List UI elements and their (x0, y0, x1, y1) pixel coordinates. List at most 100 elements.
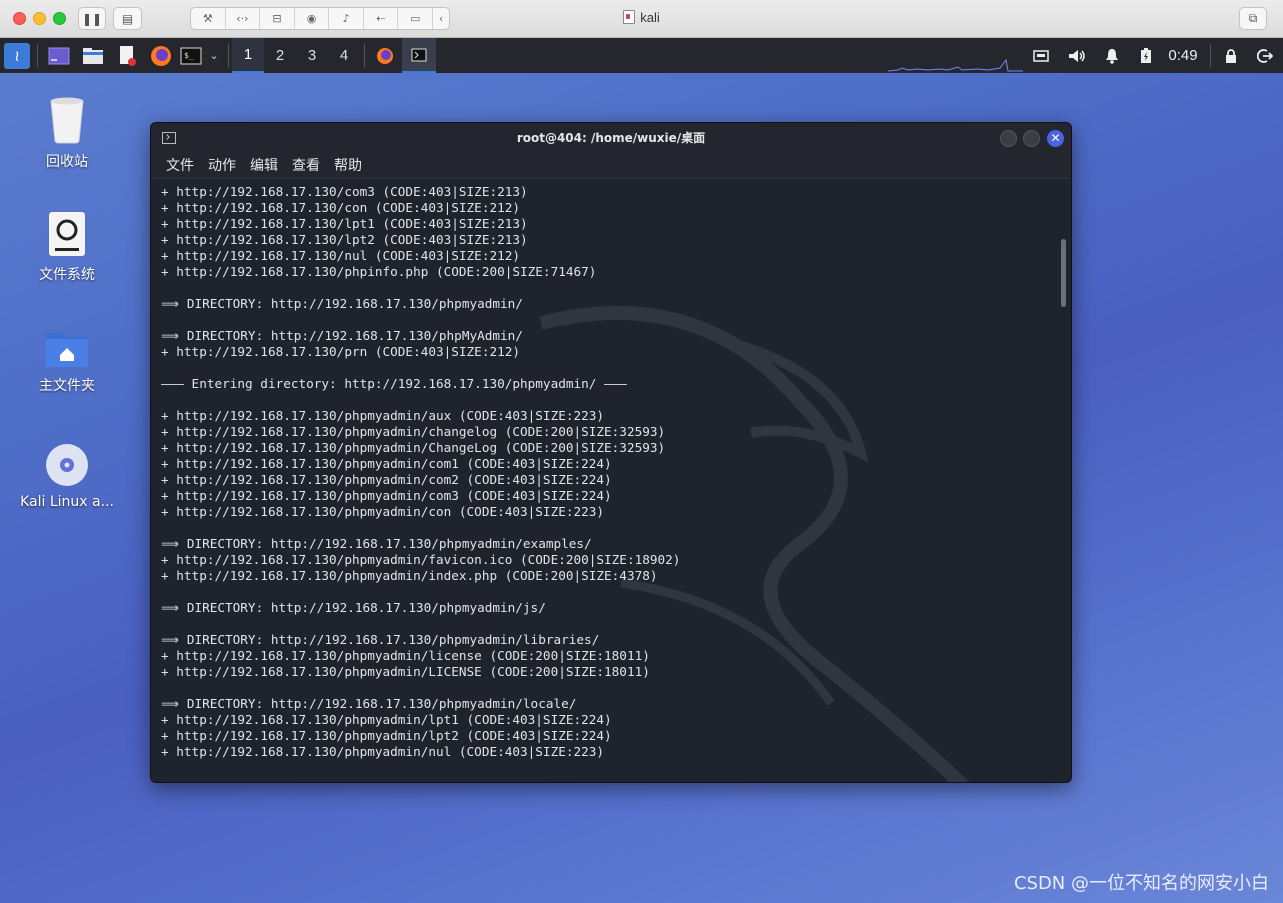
kali-top-panel: ≀ $_ ⌄ 1 2 3 4 0:49 (0, 38, 1283, 73)
csdn-watermark: CSDN @一位不知名的网安小白 (1013, 873, 1269, 894)
lock-icon (1226, 48, 1236, 63)
notifications-button[interactable] (1100, 38, 1124, 73)
terminal-line: ⟹ DIRECTORY: http://192.168.17.130/phpmy… (161, 600, 546, 615)
text-editor-launcher[interactable] (112, 38, 142, 73)
terminal-icon: $_ (180, 47, 202, 64)
panel-separator (1210, 44, 1211, 67)
menu-edit[interactable]: 编辑 (250, 153, 278, 178)
terminal-line: + http://192.168.17.130/phpmyadmin/lpt2 … (161, 728, 612, 743)
file-manager-launcher[interactable] (78, 38, 108, 73)
logout-button[interactable] (1252, 38, 1278, 73)
logout-icon (1257, 48, 1273, 63)
maximize-button[interactable] (1023, 130, 1040, 147)
kali-menu-icon: ≀ (4, 42, 30, 69)
terminal-line: + http://192.168.17.130/nul (CODE:403|SI… (161, 248, 521, 263)
vm-document-icon (623, 10, 636, 24)
workspace-4[interactable]: 4 (328, 38, 360, 73)
battery-button[interactable] (1134, 38, 1158, 73)
terminal-line: ⟹ DIRECTORY: http://192.168.17.130/phpmy… (161, 296, 523, 311)
terminal-line: + http://192.168.17.130/phpmyadmin/chang… (161, 424, 666, 439)
terminal-line: + http://192.168.17.130/lpt2 (CODE:403|S… (161, 232, 528, 247)
terminal-scrollbar[interactable] (1061, 239, 1066, 307)
terminal-line: + http://192.168.17.130/com3 (CODE:403|S… (161, 184, 528, 199)
chevron-down-icon: ⌄ (209, 50, 219, 62)
close-button[interactable]: ✕ (1047, 130, 1064, 147)
minimize-button[interactable] (1000, 130, 1017, 147)
terminal-line: + http://192.168.17.130/phpmyadmin/com3 … (161, 488, 612, 503)
terminal-line: + http://192.168.17.130/phpmyadmin/lpt1 … (161, 712, 612, 727)
terminal-line: ⟹ DIRECTORY: http://192.168.17.130/phpmy… (161, 536, 592, 551)
taskbar-firefox[interactable] (370, 38, 400, 73)
desktop-icon-disc[interactable]: Kali Linux a... (12, 442, 122, 510)
taskbar-terminal[interactable] (402, 38, 436, 73)
terminal-icon (162, 132, 176, 144)
network-icon (1033, 49, 1049, 62)
desktop-icon-filesystem[interactable]: 文件系统 (12, 210, 122, 284)
firefox-launcher[interactable] (146, 38, 176, 73)
terminal-titlebar[interactable]: root@404: /home/wuxie/桌面 ✕ (151, 123, 1071, 153)
terminal-line: ⟹ DIRECTORY: http://192.168.17.130/phpMy… (161, 328, 523, 343)
workspace-1[interactable]: 1 (232, 38, 264, 73)
terminal-title: root@404: /home/wuxie/桌面 (516, 131, 706, 145)
terminal-line: ⟹ DIRECTORY: http://192.168.17.130/phpmy… (161, 632, 600, 647)
application-menu-button[interactable]: ≀ (2, 38, 32, 73)
menu-file[interactable]: 文件 (166, 153, 194, 178)
svg-text:$_: $_ (184, 51, 194, 60)
workspace-3[interactable]: 3 (296, 38, 328, 73)
terminal-line: + http://192.168.17.130/phpmyadmin/com1 … (161, 456, 612, 471)
terminal-menubar: 文件 动作 编辑 查看 帮助 (151, 153, 1071, 179)
terminal-line: + http://192.168.17.130/phpmyadmin/LICEN… (161, 664, 650, 679)
terminal-line: + http://192.168.17.130/phpmyadmin/favic… (161, 552, 681, 567)
firefox-icon (151, 45, 171, 66)
terminal-window[interactable]: root@404: /home/wuxie/桌面 ✕ 文件 动作 编辑 查看 帮… (150, 122, 1072, 783)
show-desktop-button[interactable] (44, 38, 74, 73)
terminal-line: + http://192.168.17.130/phpmyadmin/com2 … (161, 472, 612, 487)
trash-icon (50, 97, 84, 144)
desktop-icon-trash[interactable]: 回收站 (12, 95, 122, 171)
clock[interactable]: 0:49 (1162, 38, 1204, 73)
terminal-line: + http://192.168.17.130/phpmyadmin/nul (… (161, 744, 605, 759)
workspace-2[interactable]: 2 (264, 38, 296, 73)
host-window-title: kali (0, 10, 1283, 25)
panel-separator (364, 44, 365, 67)
menu-help[interactable]: 帮助 (334, 153, 362, 178)
terminal-line: + http://192.168.17.130/phpmyadmin/aux (… (161, 408, 605, 423)
lock-screen-button[interactable] (1218, 38, 1244, 73)
volume-button[interactable] (1064, 38, 1090, 73)
file-manager-icon (83, 47, 103, 64)
terminal-launcher[interactable]: $_ (178, 38, 204, 73)
terminal-line: + http://192.168.17.130/phpmyadmin/Chang… (161, 440, 666, 455)
terminal-line: + http://192.168.17.130/con (CODE:403|SI… (161, 200, 521, 215)
desktop-icon-home[interactable]: 主文件夹 (12, 327, 122, 395)
terminal-line: + http://192.168.17.130/phpmyadmin/con (… (161, 504, 605, 519)
terminal-icon (411, 48, 427, 61)
terminal-line: ——— Entering directory: http://192.168.1… (161, 376, 627, 391)
home-folder-icon (46, 333, 88, 367)
terminal-line: + http://192.168.17.130/prn (CODE:403|SI… (161, 344, 521, 359)
windows-overlap-icon: ⧉ (1248, 11, 1258, 25)
menu-actions[interactable]: 动作 (208, 153, 236, 178)
terminal-line: ⟹ DIRECTORY: http://192.168.17.130/phpmy… (161, 696, 577, 711)
volume-icon (1069, 49, 1085, 62)
battery-icon (1141, 48, 1151, 63)
close-icon: ✕ (1050, 131, 1061, 145)
fullscreen-button[interactable]: ⧉ (1239, 7, 1267, 30)
terminal-line: + http://192.168.17.130/phpmyadmin/index… (161, 568, 658, 583)
terminal-output[interactable]: + http://192.168.17.130/com3 (CODE:403|S… (151, 179, 1059, 782)
menu-view[interactable]: 查看 (292, 153, 320, 178)
terminal-line: + http://192.168.17.130/phpmyadmin/licen… (161, 648, 650, 663)
panel-separator (228, 44, 229, 67)
panel-separator (37, 44, 38, 67)
terminal-launcher-dropdown[interactable]: ⌄ (204, 38, 224, 73)
terminal-line: + http://192.168.17.130/phpinfo.php (COD… (161, 264, 597, 279)
network-button[interactable] (1028, 38, 1054, 73)
disc-icon (46, 444, 88, 486)
